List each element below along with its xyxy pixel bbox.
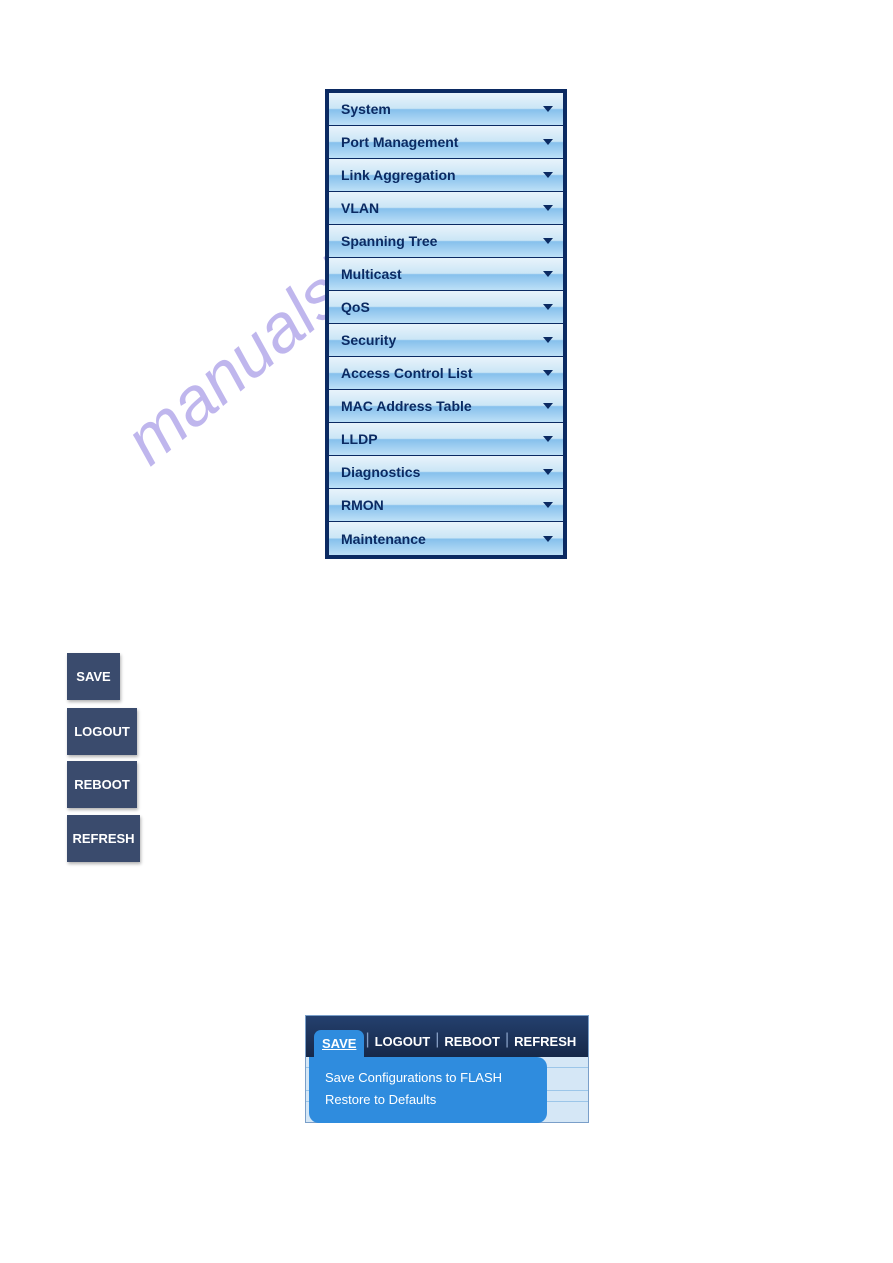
tab-save[interactable]: SAVE — [314, 1030, 364, 1057]
chevron-down-icon — [543, 271, 553, 277]
nav-item-label: Spanning Tree — [341, 233, 437, 249]
nav-item-label: VLAN — [341, 200, 379, 216]
chevron-down-icon — [543, 238, 553, 244]
nav-item-label: System — [341, 101, 391, 117]
chevron-down-icon — [543, 436, 553, 442]
nav-item-vlan[interactable]: VLAN — [329, 192, 563, 225]
nav-item-qos[interactable]: QoS — [329, 291, 563, 324]
nav-item-rmon[interactable]: RMON — [329, 489, 563, 522]
nav-item-label: MAC Address Table — [341, 398, 472, 414]
nav-item-mac-address-table[interactable]: MAC Address Table — [329, 390, 563, 423]
nav-item-diagnostics[interactable]: Diagnostics — [329, 456, 563, 489]
nav-item-link-aggregation[interactable]: Link Aggregation — [329, 159, 563, 192]
toolbar-tabs: SAVE | LOGOUT | REBOOT | REFRESH — [306, 1016, 588, 1057]
nav-item-label: Link Aggregation — [341, 167, 456, 183]
chevron-down-icon — [543, 536, 553, 542]
nav-menu: System Port Management Link Aggregation … — [325, 89, 567, 559]
nav-item-label: Port Management — [341, 134, 458, 150]
chevron-down-icon — [543, 337, 553, 343]
nav-item-security[interactable]: Security — [329, 324, 563, 357]
nav-item-system[interactable]: System — [329, 93, 563, 126]
chevron-down-icon — [543, 403, 553, 409]
tab-reboot[interactable]: REBOOT — [440, 1034, 504, 1057]
chevron-down-icon — [543, 106, 553, 112]
nav-item-label: Maintenance — [341, 531, 426, 547]
chevron-down-icon — [543, 304, 553, 310]
chevron-down-icon — [543, 139, 553, 145]
nav-item-label: Multicast — [341, 266, 402, 282]
tab-refresh[interactable]: REFRESH — [510, 1034, 580, 1057]
nav-item-maintenance[interactable]: Maintenance — [329, 522, 563, 555]
toolbar-panel: SAVE | LOGOUT | REBOOT | REFRESH Save Co… — [305, 1015, 589, 1123]
save-button[interactable]: SAVE — [67, 653, 120, 700]
chevron-down-icon — [543, 370, 553, 376]
refresh-button[interactable]: REFRESH — [67, 815, 140, 862]
dropdown-item-restore-defaults[interactable]: Restore to Defaults — [325, 1089, 533, 1111]
chevron-down-icon — [543, 172, 553, 178]
tab-logout[interactable]: LOGOUT — [371, 1034, 435, 1057]
nav-item-lldp[interactable]: LLDP — [329, 423, 563, 456]
chevron-down-icon — [543, 205, 553, 211]
nav-item-port-management[interactable]: Port Management — [329, 126, 563, 159]
nav-item-label: Diagnostics — [341, 464, 420, 480]
dropdown-item-save-flash[interactable]: Save Configurations to FLASH — [325, 1067, 533, 1089]
nav-item-label: Security — [341, 332, 396, 348]
nav-item-access-control-list[interactable]: Access Control List — [329, 357, 563, 390]
chevron-down-icon — [543, 469, 553, 475]
logout-button[interactable]: LOGOUT — [67, 708, 137, 755]
nav-item-label: RMON — [341, 497, 384, 513]
save-dropdown-panel: Save Configurations to FLASH Restore to … — [309, 1057, 547, 1123]
nav-item-spanning-tree[interactable]: Spanning Tree — [329, 225, 563, 258]
nav-item-label: LLDP — [341, 431, 378, 447]
nav-item-multicast[interactable]: Multicast — [329, 258, 563, 291]
nav-item-label: Access Control List — [341, 365, 472, 381]
reboot-button[interactable]: REBOOT — [67, 761, 137, 808]
nav-item-label: QoS — [341, 299, 370, 315]
chevron-down-icon — [543, 502, 553, 508]
